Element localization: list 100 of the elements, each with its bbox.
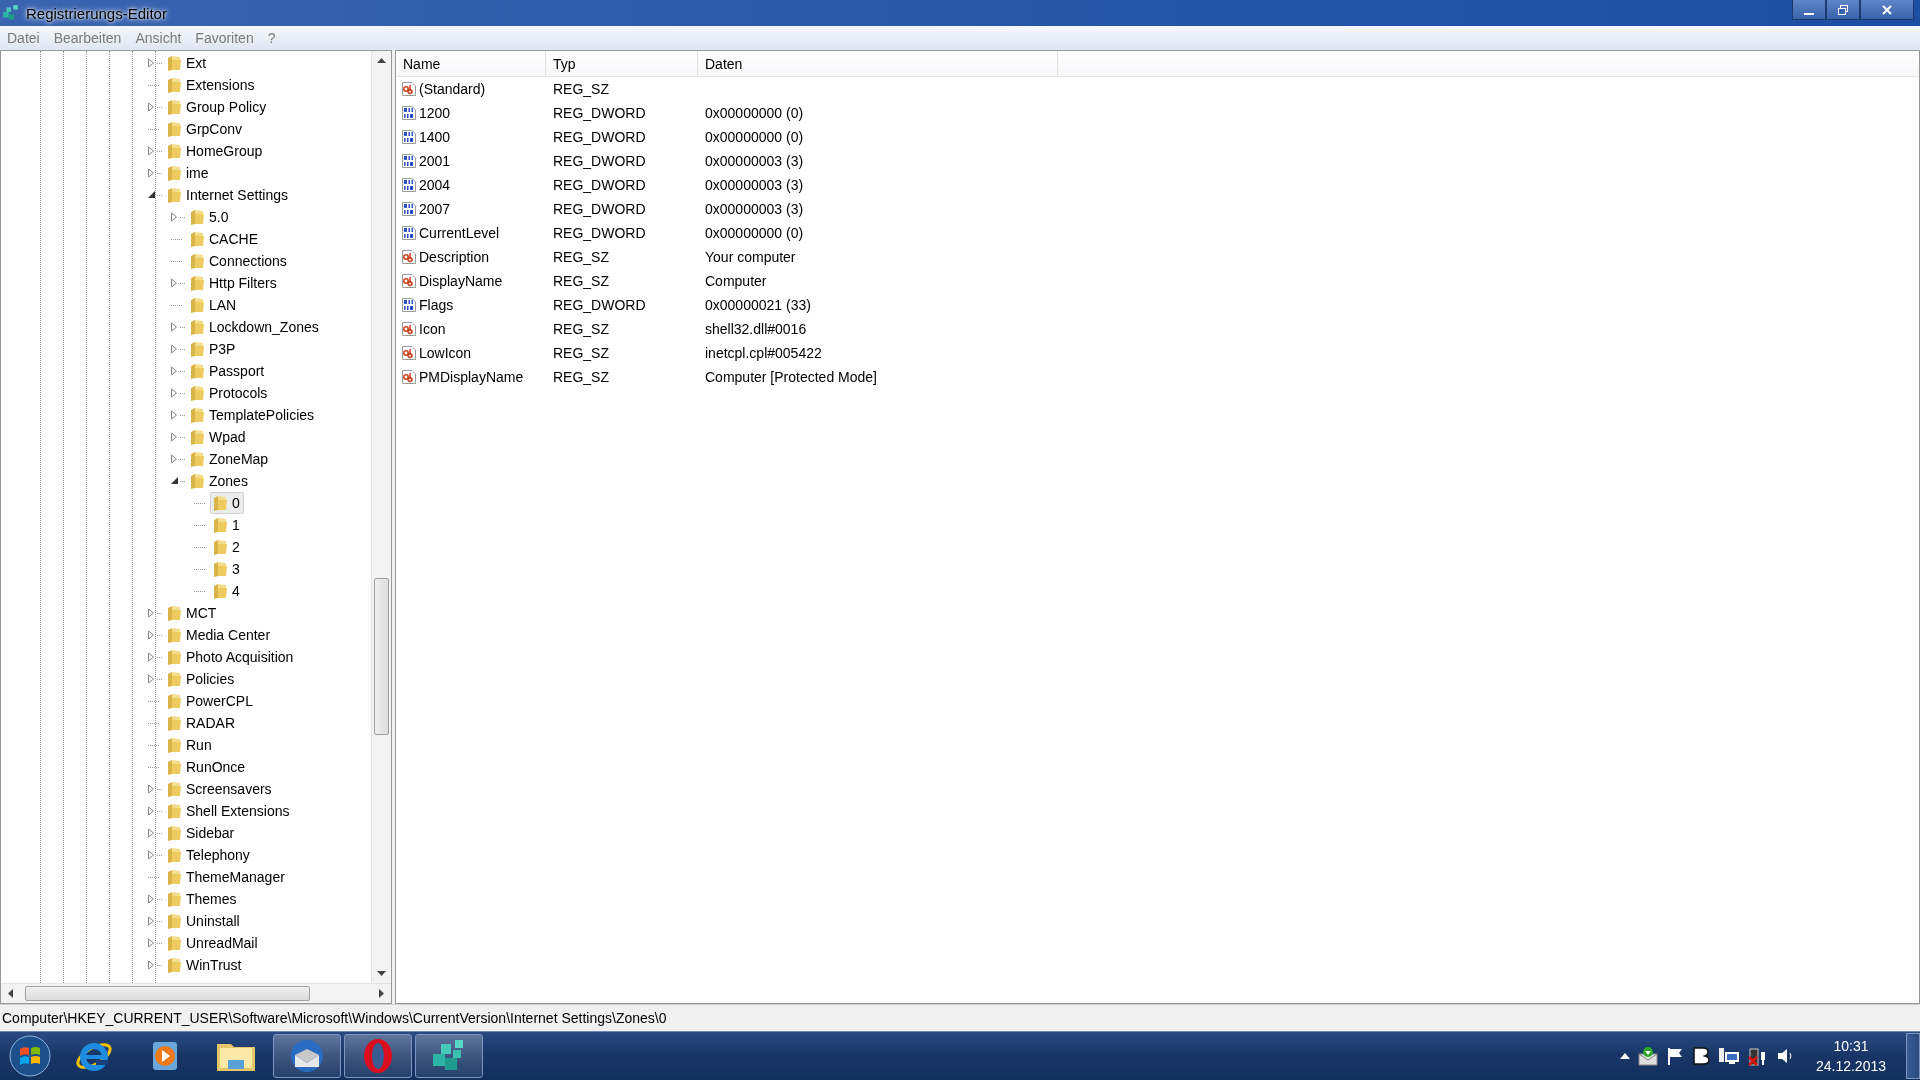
tree-item[interactable]: Passport — [187, 360, 269, 382]
minimize-button[interactable] — [1792, 0, 1826, 20]
tree-item[interactable]: Sidebar — [164, 822, 239, 844]
scroll-down-arrow-icon[interactable] — [377, 971, 386, 977]
expand-triangle-icon[interactable] — [147, 630, 156, 640]
tree-item[interactable]: Ext — [164, 52, 211, 74]
scroll-left-arrow-icon[interactable] — [7, 989, 13, 998]
expand-triangle-icon[interactable] — [147, 894, 156, 904]
tree-item[interactable]: ZoneMap — [187, 448, 273, 470]
tree-item[interactable]: Themes — [164, 888, 241, 910]
value-data: 0x00000000 (0) — [705, 105, 804, 121]
menu-item[interactable]: Favoriten — [195, 30, 254, 46]
tree-item[interactable]: MCT — [164, 602, 221, 624]
tree-item[interactable]: CACHE — [187, 228, 262, 250]
tree-item[interactable]: 4 — [210, 580, 244, 602]
tree-item[interactable]: 5.0 — [187, 206, 233, 228]
expand-triangle-icon[interactable] — [147, 806, 156, 816]
tree-item[interactable]: Zones — [187, 470, 252, 492]
mail-download-icon[interactable] — [1637, 1046, 1658, 1066]
menu-item[interactable]: ? — [267, 30, 276, 46]
tree-item[interactable]: 3 — [210, 558, 244, 580]
collapse-triangle-icon[interactable] — [147, 190, 156, 200]
tree-item[interactable]: Wpad — [187, 426, 250, 448]
tree-item[interactable]: Shell Extensions — [164, 800, 294, 822]
tree-item[interactable]: RADAR — [164, 712, 239, 734]
tree-item[interactable]: P3P — [187, 338, 240, 360]
expand-triangle-icon[interactable] — [147, 938, 156, 948]
expand-triangle-icon[interactable] — [147, 608, 156, 618]
taskbar-button[interactable] — [273, 1034, 341, 1078]
tree-item[interactable]: TemplatePolicies — [187, 404, 319, 426]
taskbar-button[interactable] — [415, 1034, 483, 1078]
tree-item[interactable]: Connections — [187, 250, 291, 272]
column-header[interactable]: Daten — [698, 51, 1058, 76]
tree-item[interactable]: Policies — [164, 668, 239, 690]
tree-item[interactable]: Screensavers — [164, 778, 276, 800]
network-icon[interactable] — [1717, 1046, 1740, 1066]
expand-triangle-icon[interactable] — [147, 784, 156, 794]
tree-item[interactable]: Group Policy — [164, 96, 271, 118]
expand-triangle-icon[interactable] — [147, 146, 156, 156]
tree-item[interactable]: LAN — [187, 294, 241, 316]
scroll-right-arrow-icon[interactable] — [379, 989, 385, 998]
expand-triangle-icon[interactable] — [170, 212, 179, 222]
scroll-up-arrow-icon[interactable] — [377, 57, 386, 63]
tree-item[interactable]: 2 — [210, 536, 244, 558]
expand-triangle-icon[interactable] — [147, 102, 156, 112]
tree-item[interactable]: Protocols — [187, 382, 272, 404]
scroll-thumb[interactable] — [374, 578, 389, 735]
tree-item[interactable]: Run — [164, 734, 216, 756]
tree-item[interactable]: RunOnce — [164, 756, 250, 778]
battery-error-icon[interactable] — [1747, 1046, 1768, 1066]
expand-triangle-icon[interactable] — [170, 388, 179, 398]
close-button[interactable] — [1860, 0, 1914, 20]
expand-triangle-icon[interactable] — [170, 344, 179, 354]
horizontal-scrollbar[interactable] — [1, 983, 391, 1003]
tree-item[interactable]: HomeGroup — [164, 140, 267, 162]
expand-triangle-icon[interactable] — [147, 828, 156, 838]
restore-button[interactable] — [1826, 0, 1860, 20]
expand-triangle-icon[interactable] — [147, 58, 156, 68]
tree-item[interactable]: GrpConv — [164, 118, 247, 140]
menu-item[interactable]: Ansicht — [135, 30, 182, 46]
scroll-thumb[interactable] — [25, 986, 310, 1001]
tree-item[interactable]: Internet Settings — [164, 184, 292, 206]
expand-triangle-icon[interactable] — [147, 652, 156, 662]
tree-item[interactable]: Uninstall — [164, 910, 244, 932]
tree-item[interactable]: 1 — [210, 514, 244, 536]
show-hidden-icons-icon[interactable] — [1619, 1053, 1630, 1059]
expand-triangle-icon[interactable] — [170, 454, 179, 464]
tree-item[interactable]: PowerCPL — [164, 690, 257, 712]
tree-item[interactable]: UnreadMail — [164, 932, 262, 954]
expand-triangle-icon[interactable] — [147, 168, 156, 178]
menu-item[interactable]: Datei — [7, 30, 40, 46]
expand-triangle-icon[interactable] — [170, 366, 179, 376]
menu-item[interactable]: Bearbeiten — [53, 30, 122, 46]
flag-icon[interactable] — [1665, 1046, 1684, 1066]
tree-item[interactable]: Http Filters — [187, 272, 281, 294]
expand-triangle-icon[interactable] — [170, 322, 179, 332]
expand-triangle-icon[interactable] — [147, 960, 156, 970]
tree-item[interactable]: 0 — [210, 492, 244, 514]
expand-triangle-icon[interactable] — [147, 674, 156, 684]
tree-item[interactable]: ThemeManager — [164, 866, 289, 888]
column-header[interactable]: Typ — [546, 51, 698, 76]
tree-item[interactable]: Photo Acquisition — [164, 646, 298, 668]
tree-item[interactable]: Telephony — [164, 844, 254, 866]
expand-triangle-icon[interactable] — [170, 410, 179, 420]
speaker-icon[interactable] — [1775, 1046, 1794, 1066]
expand-triangle-icon[interactable] — [147, 850, 156, 860]
tree-item[interactable]: WinTrust — [164, 954, 246, 976]
tree-item[interactable]: Lockdown_Zones — [187, 316, 323, 338]
column-header[interactable]: Name — [396, 51, 546, 76]
vertical-scrollbar[interactable] — [371, 51, 391, 983]
expand-triangle-icon[interactable] — [170, 278, 179, 288]
clock[interactable]: 10:31 24.12.2013 — [1815, 1036, 1886, 1076]
expand-triangle-icon[interactable] — [147, 916, 156, 926]
tree-item[interactable]: ime — [164, 162, 213, 184]
tree-item[interactable]: Media Center — [164, 624, 275, 646]
expand-triangle-icon[interactable] — [170, 432, 179, 442]
show-desktop-button[interactable] — [1906, 1033, 1920, 1079]
collapse-triangle-icon[interactable] — [170, 476, 179, 486]
tree-item[interactable]: Extensions — [164, 74, 259, 96]
bold-b-icon[interactable] — [1691, 1046, 1710, 1066]
